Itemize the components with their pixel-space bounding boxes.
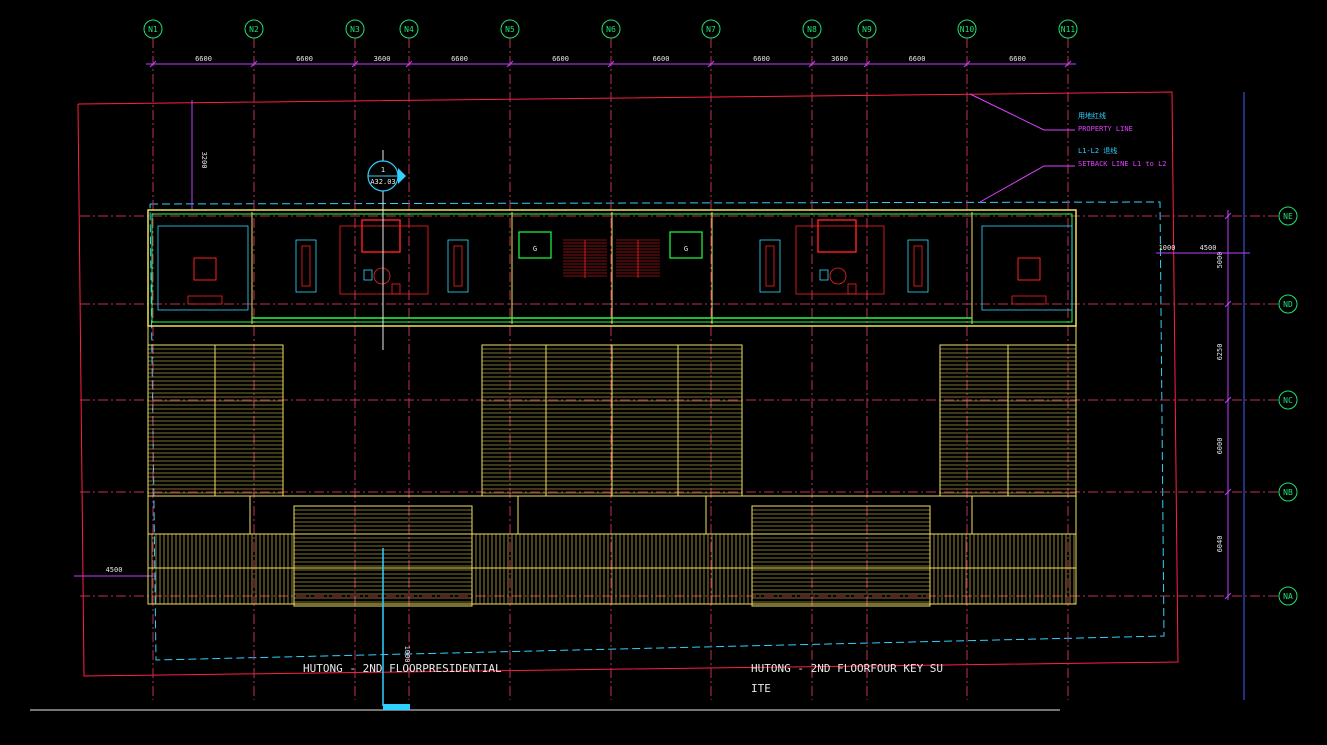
top-dim-6: 6600 (653, 55, 670, 63)
roof-hatching (147, 344, 1077, 607)
master-bedroom-right-chair-b (847, 283, 857, 295)
top-dim-8: 3600 (831, 55, 848, 63)
top-dim-1: 6600 (195, 55, 212, 63)
cad-floor-plan: 6600 6600 3600 6600 6600 6600 6600 3600 6600 6600… (30, 19, 1298, 711)
living-left-sofa (295, 239, 317, 293)
right-dimension-texts: 5000 6250 6000 6040 (1216, 212, 1232, 600)
grid-label-nc: NC (1283, 396, 1293, 405)
living-left-table (301, 245, 311, 287)
right-dim-4: 6040 (1216, 536, 1224, 553)
section-marker: 1 A32.03 (367, 160, 406, 192)
master-bedroom-right-table (829, 267, 847, 285)
master-bedroom-right-bed (817, 219, 857, 253)
grid-label-n10: N10 (960, 25, 975, 34)
top-dim-3: 3600 (374, 55, 391, 63)
title-right-line1: HUTONG - 2ND FLOORFOUR KEY SU (751, 662, 943, 675)
grid-label-n5: N5 (505, 25, 515, 34)
dim-bottom-small: 1000 (403, 646, 411, 663)
top-dim-4: 6600 (451, 55, 468, 63)
stair-right (616, 239, 660, 278)
living-left-b-table (453, 245, 463, 287)
grid-label-nd: ND (1283, 300, 1293, 309)
title-right-line2: ITE (751, 682, 771, 695)
note-setback-cn: L1-L2 退线 (1078, 146, 1117, 155)
interior-furniture (157, 219, 1073, 319)
living-right-b-table (913, 245, 923, 287)
bottom-cyan-marker (383, 704, 410, 710)
lower-roof-left-lines (151, 534, 293, 604)
master-bedroom-left-bed (361, 219, 401, 253)
setback-line-leader (979, 165, 1075, 203)
grid-label-na: NA (1283, 592, 1293, 601)
top-dim-5: 6600 (552, 55, 569, 63)
suite-left-desk (187, 295, 223, 305)
grid-label-n2: N2 (249, 25, 259, 34)
lower-roof-right-center-lines (752, 509, 930, 603)
note-property-line-cn: 用地红线 (1078, 111, 1106, 120)
right-dim-1: 5000 (1216, 252, 1224, 269)
grid-label-n9: N9 (862, 25, 872, 34)
title-left: HUTONG - 2ND FLOORPRESIDENTIAL (303, 662, 502, 675)
lower-roof-right-center (751, 505, 931, 607)
living-left-b-sofa (447, 239, 469, 293)
stair-left (563, 239, 607, 278)
right-dim-3: 6000 (1216, 438, 1224, 455)
grid-label-n7: N7 (706, 25, 716, 34)
grid-label-n3: N3 (350, 25, 360, 34)
stair-label-right: G (684, 245, 688, 253)
right-dim-2: 6250 (1216, 344, 1224, 361)
lower-roof-right-lines (933, 534, 1075, 604)
grid-label-n11: N11 (1061, 25, 1076, 34)
top-dim-2: 6600 (296, 55, 313, 63)
section-marker-sheet: A32.03 (370, 178, 395, 186)
dim-top-left-vertical: 3200 (200, 152, 208, 169)
master-bedroom-right-chair (819, 269, 829, 281)
top-dim-10: 6600 (1009, 55, 1026, 63)
grid-label-nb: NB (1283, 488, 1293, 497)
room-partitions (251, 212, 973, 324)
lower-roof-center-lines (475, 534, 749, 604)
living-right-sofa (759, 239, 781, 293)
top-dim-9: 6600 (909, 55, 926, 63)
top-dim-7: 6600 (753, 55, 770, 63)
master-bedroom-left-chair-b (391, 283, 401, 295)
dim-left-offset: 4500 (106, 566, 123, 574)
grid-label-n1: N1 (148, 25, 158, 34)
living-right-b-sofa (907, 239, 929, 293)
stair-label-left: G (533, 245, 537, 253)
note-setback: SETBACK LINE L1 to L2 (1078, 160, 1167, 168)
suite-left-table (193, 257, 217, 281)
grid-label-n8: N8 (807, 25, 817, 34)
suite-left-frame (157, 225, 249, 311)
master-bedroom-left-chair (363, 269, 373, 281)
suite-right-table (1017, 257, 1041, 281)
grid-label-ne: NE (1283, 212, 1293, 221)
suite-right-frame (981, 225, 1073, 311)
master-bedroom-left-table (373, 267, 391, 285)
grid-bubbles: N1 N2 N3 N4 N5 N6 N7 N8 N9 N10 N11 NE ND NC NB NA (143, 19, 1298, 606)
grid-label-n6: N6 (606, 25, 616, 34)
section-marker-number: 1 (381, 166, 385, 174)
dim-right-offset-b: 4500 (1200, 244, 1217, 252)
grid-label-n4: N4 (404, 25, 414, 34)
living-right-table (765, 245, 775, 287)
note-property-line: PROPERTY LINE (1078, 125, 1133, 133)
dim-right-offset-a: 1000 (1159, 244, 1176, 252)
property-line-leader (969, 93, 1075, 131)
suite-right-desk (1011, 295, 1047, 305)
